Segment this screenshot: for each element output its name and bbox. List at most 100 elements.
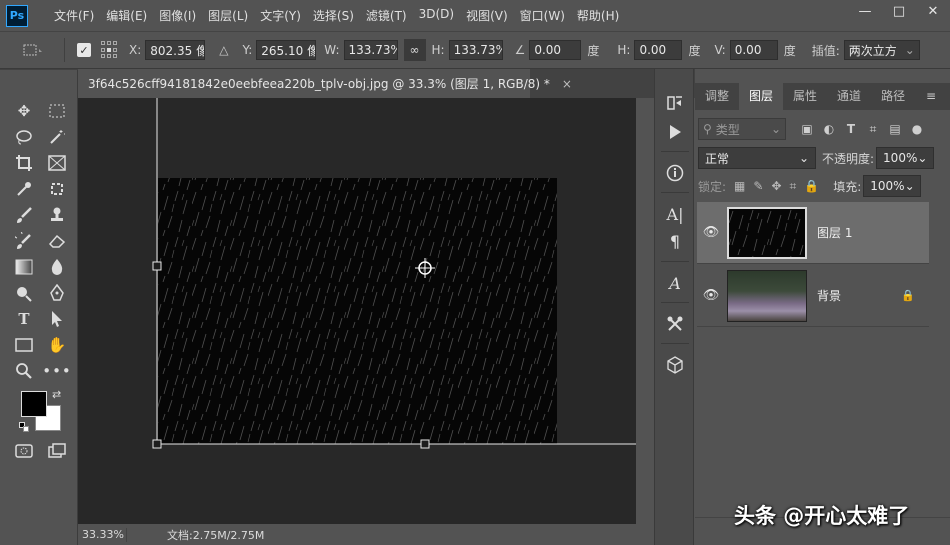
foreground-color-swatch[interactable] <box>21 391 47 417</box>
dodge-tool-icon[interactable] <box>13 282 35 304</box>
tab-paths[interactable]: 路径 <box>871 83 915 110</box>
background-name[interactable]: 背景 <box>817 287 841 304</box>
filter-shape-icon[interactable]: ⌗ <box>862 122 884 137</box>
menu-select[interactable]: 选择(S) <box>307 7 360 24</box>
info-icon[interactable] <box>663 161 687 185</box>
document-tab[interactable]: 3f64c526cff94181842e0eebfeea220b_tplv-ob… <box>78 69 572 98</box>
character-icon[interactable]: A| <box>663 202 687 226</box>
move-tool-icon[interactable]: ✥ <box>13 100 35 122</box>
tools-panel: ✥ T ✋ ••• ⇄ <box>0 70 78 545</box>
path-selection-tool-icon[interactable] <box>46 308 68 330</box>
crop-tool-icon[interactable] <box>13 152 35 174</box>
menu-window[interactable]: 窗口(W) <box>514 7 571 24</box>
height-field[interactable]: 133.73% <box>448 40 503 60</box>
filter-adjustment-icon[interactable]: ◐ <box>818 122 840 136</box>
screen-mode-icon[interactable] <box>46 440 68 462</box>
actions-play-icon[interactable] <box>663 120 687 144</box>
visibility-eye-icon[interactable]: 👁 <box>697 225 725 240</box>
filter-smart-object-icon[interactable]: ▤ <box>884 122 906 136</box>
filter-type-icon[interactable]: T <box>840 122 862 136</box>
tab-channels[interactable]: 通道 <box>827 83 871 110</box>
minimize-button[interactable]: — <box>848 0 882 22</box>
quick-mask-icon[interactable] <box>13 440 35 462</box>
menu-3d[interactable]: 3D(D) <box>413 7 460 24</box>
menu-file[interactable]: 文件(F) <box>48 7 100 24</box>
reference-point-checkbox[interactable]: ✓ <box>77 43 91 57</box>
menu-type[interactable]: 文字(Y) <box>254 7 307 24</box>
default-colors-icon[interactable] <box>19 422 29 432</box>
lasso-tool-icon[interactable] <box>13 126 35 148</box>
rectangle-tool-icon[interactable] <box>13 334 35 356</box>
type-tool-icon[interactable]: T <box>13 308 35 330</box>
zoom-level[interactable]: 33.33% <box>78 528 126 541</box>
reference-point-grid-icon[interactable] <box>101 41 119 59</box>
hand-tool-icon[interactable]: ✋ <box>46 334 68 356</box>
marquee-tool-icon[interactable] <box>46 100 68 122</box>
paragraph-icon[interactable]: ¶ <box>663 229 687 253</box>
transform-handle-bottom[interactable] <box>420 439 430 449</box>
lock-artboard-icon[interactable]: ⌗ <box>790 179 797 194</box>
eraser-tool-icon[interactable] <box>46 230 68 252</box>
link-proportions-icon[interactable]: ∞ <box>403 39 426 61</box>
horizontal-skew-field[interactable]: 0.00 <box>634 40 683 60</box>
layer-filter-dropdown[interactable]: ⚲ 类型 ⌄ <box>698 118 786 140</box>
tab-layers[interactable]: 图层 <box>739 83 784 110</box>
menu-layer[interactable]: 图层(L) <box>202 7 254 24</box>
layer-row-layer1[interactable]: 👁 图层 1 <box>697 202 929 264</box>
y-position-field[interactable]: 265.10 像素 <box>256 40 317 60</box>
opacity-field[interactable]: 100% ⌄ <box>876 147 935 169</box>
tool-preset-picker[interactable] <box>18 40 48 60</box>
rotation-angle-field[interactable]: 0.00 <box>529 40 582 60</box>
3d-cube-icon[interactable] <box>663 353 687 377</box>
lock-transparent-icon[interactable]: ▦ <box>734 179 745 193</box>
spot-healing-tool-icon[interactable] <box>46 178 68 200</box>
menu-view[interactable]: 视图(V) <box>460 7 514 24</box>
canvas[interactable] <box>78 98 636 524</box>
frame-tool-icon[interactable] <box>46 152 68 174</box>
layer-row-background[interactable]: 👁 背景 🔒 <box>697 265 929 327</box>
blend-mode-dropdown[interactable]: 正常 ⌄ <box>698 147 816 169</box>
interpolation-dropdown[interactable]: 两次立方 ⌄ <box>843 40 920 60</box>
lock-image-icon[interactable]: ✎ <box>753 179 763 193</box>
lock-all-icon[interactable]: 🔒 <box>804 179 819 193</box>
blur-tool-icon[interactable] <box>46 256 68 278</box>
close-document-icon[interactable]: × <box>562 77 572 91</box>
brush-tool-icon[interactable] <box>13 204 35 226</box>
glyphs-icon[interactable]: A <box>663 271 687 295</box>
swap-colors-icon[interactable]: ⇄ <box>52 388 61 401</box>
filter-pixel-icon[interactable]: ▣ <box>796 122 818 136</box>
vertical-skew-field[interactable]: 0.00 <box>729 40 778 60</box>
tab-adjustments[interactable]: 调整 <box>695 83 739 110</box>
hskew-label: H: <box>617 43 631 57</box>
menu-help[interactable]: 帮助(H) <box>571 7 625 24</box>
close-window-button[interactable]: ✕ <box>916 0 950 22</box>
x-position-field[interactable]: 802.35 像素 <box>145 40 206 60</box>
more-tools-icon[interactable]: ••• <box>42 360 71 382</box>
w-label: W: <box>324 43 340 57</box>
tab-properties[interactable]: 属性 <box>783 83 827 110</box>
width-field[interactable]: 133.73% <box>343 40 398 60</box>
maximize-button[interactable]: □ <box>882 0 916 22</box>
menu-edit[interactable]: 编辑(E) <box>100 7 153 24</box>
canvas-area[interactable] <box>78 98 636 524</box>
filter-toggle-icon[interactable]: ● <box>906 122 928 136</box>
panel-menu-icon[interactable]: ≡ <box>926 83 936 110</box>
zoom-tool-icon[interactable] <box>13 360 35 382</box>
magic-wand-tool-icon[interactable] <box>46 126 68 148</box>
delta-icon[interactable]: △ <box>219 43 228 57</box>
layer1-name[interactable]: 图层 1 <box>817 224 852 241</box>
tool-presets-icon[interactable] <box>663 312 687 336</box>
pen-tool-icon[interactable] <box>46 282 68 304</box>
transform-handle-left[interactable] <box>152 261 162 271</box>
menu-image[interactable]: 图像(I) <box>153 7 202 24</box>
visibility-eye-icon[interactable]: 👁 <box>697 288 725 303</box>
eyedropper-tool-icon[interactable] <box>13 178 35 200</box>
gradient-tool-icon[interactable] <box>13 256 35 278</box>
lock-position-icon[interactable]: ✥ <box>771 179 781 193</box>
fill-field[interactable]: 100% ⌄ <box>863 175 922 197</box>
transform-handle-bottom-left[interactable] <box>152 439 162 449</box>
menu-filter[interactable]: 滤镜(T) <box>360 7 413 24</box>
history-icon[interactable] <box>663 91 687 115</box>
history-brush-tool-icon[interactable] <box>13 230 35 252</box>
clone-stamp-tool-icon[interactable] <box>46 204 68 226</box>
